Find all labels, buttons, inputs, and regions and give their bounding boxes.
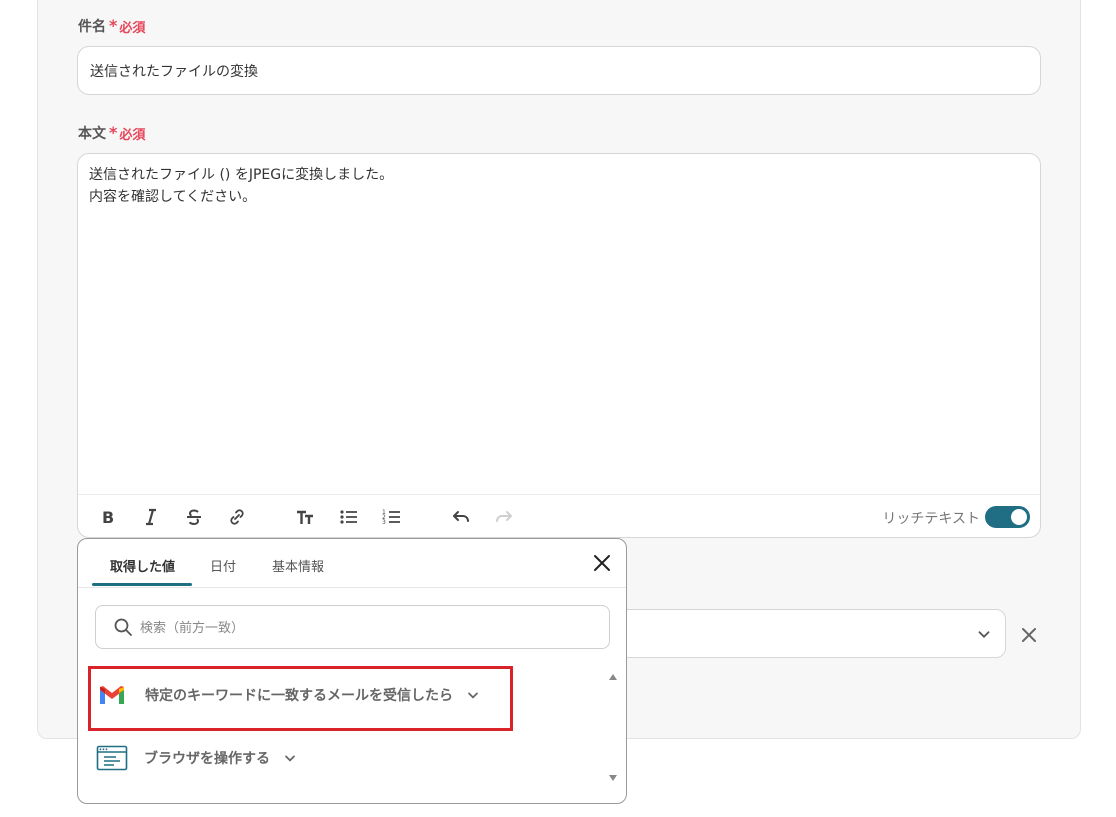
toggle-knob (1011, 509, 1027, 525)
required-badge: * 必須 (109, 16, 146, 36)
subject-input[interactable]: 送信されたファイルの変換 (77, 46, 1041, 95)
highlight-box (88, 666, 513, 731)
popup-tabs: 取得した値 日付 基本情報 (78, 539, 626, 588)
body-label: 本文 * 必須 (78, 123, 146, 143)
remove-icon[interactable] (1019, 625, 1039, 645)
rich-text-toggle[interactable] (985, 506, 1030, 528)
bullet-list-icon[interactable] (338, 506, 360, 528)
search-box (95, 605, 610, 649)
undo-icon[interactable] (450, 506, 472, 528)
active-tab-indicator (92, 583, 192, 586)
scroll-down-icon[interactable] (608, 773, 618, 783)
value-picker-popup: 取得した値 日付 基本情報 特定のキーワードに一致するメールを受信したら ブラウ… (77, 538, 627, 804)
attachment-select[interactable] (600, 609, 1006, 658)
chevron-down-icon (285, 755, 295, 762)
tab-retrieved-values[interactable]: 取得した値 (110, 556, 175, 575)
rich-text-label: リッチテキスト (882, 511, 980, 527)
svg-text:3: 3 (382, 519, 386, 526)
editor-toolbar: B 123 リッチテキスト (78, 494, 1040, 539)
link-icon[interactable] (226, 506, 248, 528)
close-icon[interactable] (592, 553, 612, 573)
numbered-list-icon[interactable]: 123 (381, 506, 403, 528)
required-badge: * 必須 (109, 123, 146, 143)
body-text[interactable]: 送信されたファイル () をJPEGに変換しました。 内容を確認してください。 (89, 164, 393, 208)
list-item-browser-operation[interactable]: ブラウザを操作する (96, 745, 298, 771)
body-editor[interactable]: 送信されたファイル () をJPEGに変換しました。 内容を確認してください。 … (77, 153, 1041, 538)
svg-text:B: B (102, 508, 114, 527)
search-input[interactable] (138, 616, 582, 640)
tab-date[interactable]: 日付 (210, 556, 236, 575)
chevron-down-icon (978, 631, 990, 638)
popup-scrollbar[interactable] (608, 667, 618, 789)
redo-icon[interactable] (493, 506, 515, 528)
search-icon (114, 618, 132, 636)
bold-icon[interactable]: B (97, 506, 119, 528)
tab-basic-info[interactable]: 基本情報 (272, 556, 324, 575)
strikethrough-icon[interactable] (183, 506, 205, 528)
italic-icon[interactable] (140, 506, 162, 528)
browser-icon (96, 745, 128, 771)
subject-label: 件名 * 必須 (78, 16, 146, 36)
text-size-icon[interactable] (294, 506, 316, 528)
list-item-label: ブラウザを操作する (144, 751, 270, 767)
scroll-up-icon[interactable] (608, 672, 618, 682)
